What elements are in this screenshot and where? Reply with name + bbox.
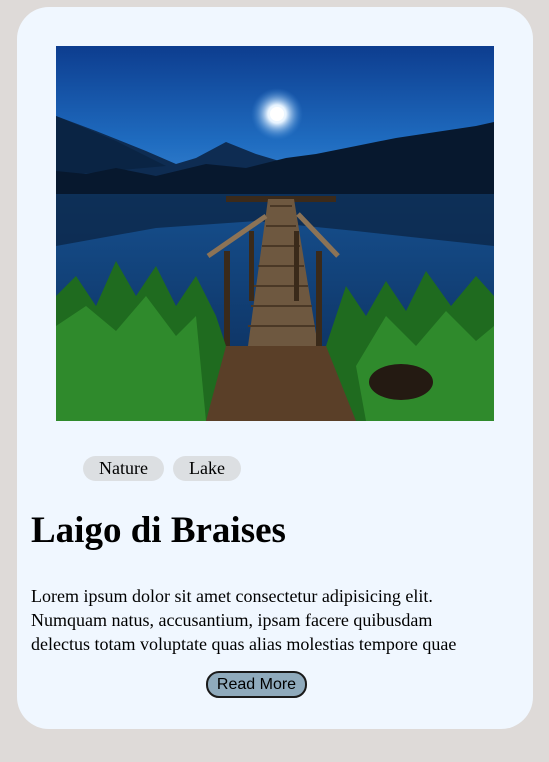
description-line: delectus totam voluptate quas alias mole…: [31, 634, 457, 654]
article-card: Nature Lake Laigo di Braises Lorem ipsum…: [17, 7, 533, 729]
tag-list: Nature Lake: [83, 456, 241, 481]
description-line: Numquam natus, accusantium, ipsam facere…: [31, 610, 433, 630]
read-more-button[interactable]: Read More: [206, 671, 307, 698]
card-description: Lorem ipsum dolor sit amet consectetur a…: [31, 584, 517, 656]
tag-nature[interactable]: Nature: [83, 456, 164, 481]
description-line: Lorem ipsum dolor sit amet consectetur a…: [31, 586, 433, 606]
card-title: Laigo di Braises: [31, 510, 286, 551]
tag-lake[interactable]: Lake: [172, 456, 241, 481]
card-image: [56, 46, 494, 421]
